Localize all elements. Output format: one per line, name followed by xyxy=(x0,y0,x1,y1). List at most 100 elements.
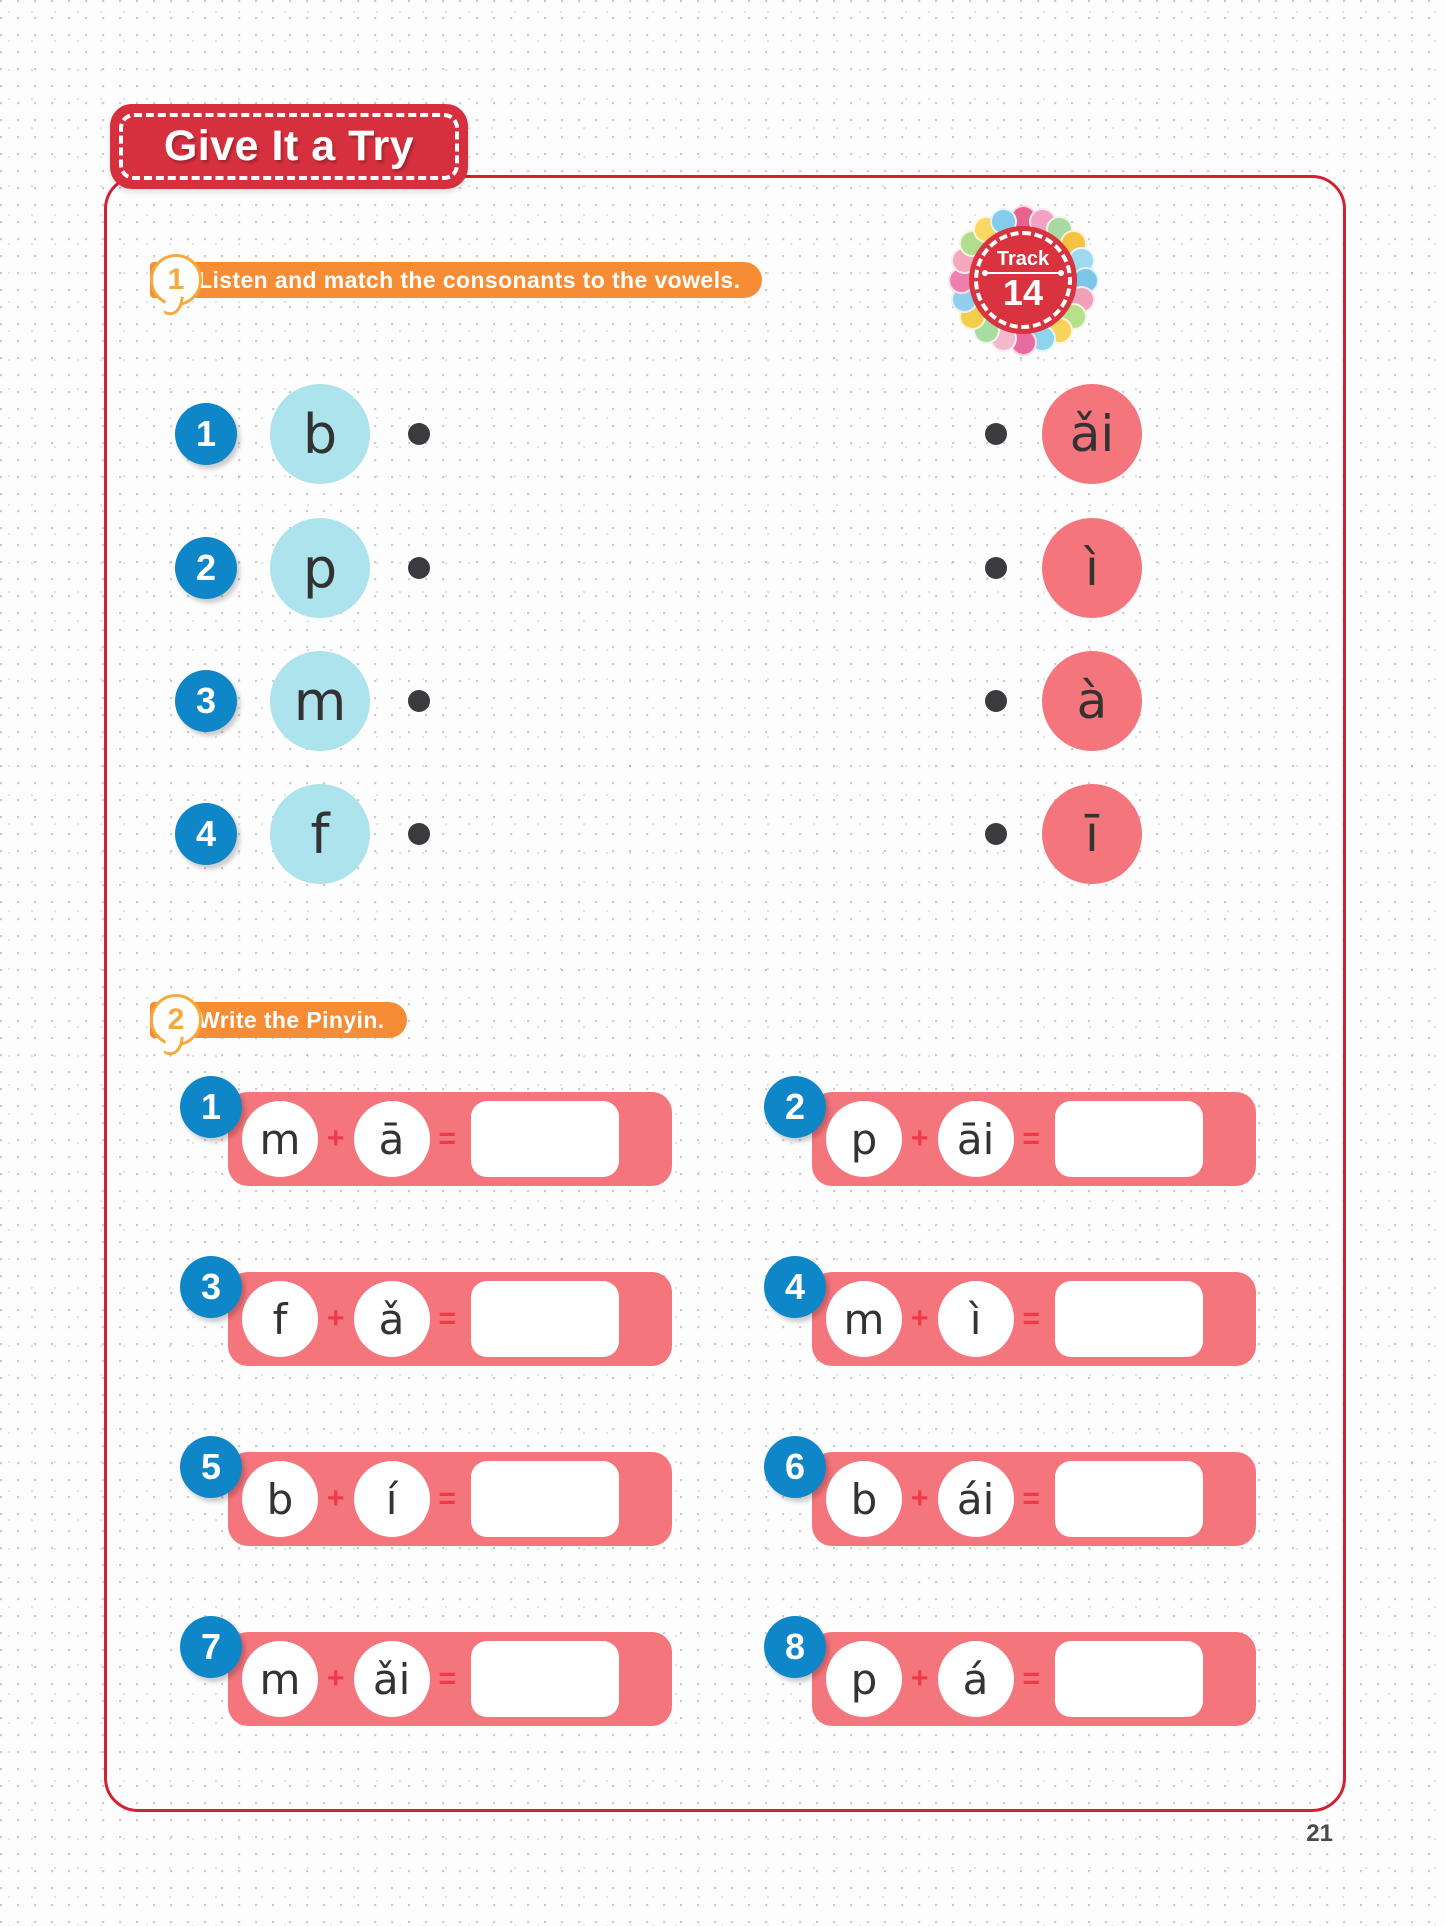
pinyin-row-number-1: 1 xyxy=(180,1076,242,1138)
pinyin-consonant-token: f xyxy=(242,1281,318,1357)
pinyin-vowel-token: āi xyxy=(937,1101,1014,1177)
pinyin-answer-field[interactable] xyxy=(471,1461,620,1537)
track-number: 14 xyxy=(1002,272,1044,313)
pinyin-row-number-8: 8 xyxy=(764,1616,826,1678)
pinyin-row-bar: p + á = xyxy=(812,1632,1256,1726)
vowel-circle-ì[interactable]: ì xyxy=(1042,518,1142,618)
plus-sign-icon: + xyxy=(911,1482,929,1515)
exercise-1-instruction-bar: Listen and match the consonants to the v… xyxy=(150,262,763,298)
pinyin-row-bar: p + āi = xyxy=(812,1092,1256,1186)
pinyin-vowel-token: ì xyxy=(937,1281,1014,1357)
pinyin-vowel-token: ǎ xyxy=(353,1281,430,1357)
track-label: Track xyxy=(996,248,1050,270)
pinyin-row-number-6: 6 xyxy=(764,1436,826,1498)
match-number-3: 3 xyxy=(175,670,237,732)
match-dot-right[interactable] xyxy=(985,557,1007,579)
pinyin-answer-field[interactable] xyxy=(1055,1461,1204,1537)
exercise-2-instruction-text: Write the Pinyin. xyxy=(198,1006,385,1033)
pinyin-consonant-token: p xyxy=(826,1101,902,1177)
pinyin-vowel-token: á xyxy=(937,1641,1014,1717)
plus-sign-icon: + xyxy=(911,1122,929,1155)
exercise-1-number: 1 xyxy=(167,263,185,296)
pinyin-row-number-7: 7 xyxy=(180,1616,242,1678)
pinyin-row-bar: m + ì = xyxy=(812,1272,1256,1366)
vowel-circle-à[interactable]: à xyxy=(1042,651,1142,751)
pinyin-row-number-4: 4 xyxy=(764,1256,826,1318)
pinyin-row-2: p + āi = 2 xyxy=(764,1076,1256,1186)
pinyin-row-7: m + ǎi = 7 xyxy=(180,1616,672,1726)
pinyin-row-1: m + ā = 1 xyxy=(180,1076,672,1186)
plus-sign-icon: + xyxy=(911,1302,929,1335)
pinyin-row-bar: m + ā = xyxy=(228,1092,672,1186)
match-number-2: 2 xyxy=(175,537,237,599)
pinyin-answer-field[interactable] xyxy=(1055,1641,1204,1717)
pinyin-vowel-token: ái xyxy=(937,1461,1014,1537)
pinyin-row-6: b + ái = 6 xyxy=(764,1436,1256,1546)
equals-sign-icon: = xyxy=(1022,1482,1041,1515)
exercise-2-number: 2 xyxy=(167,1003,185,1036)
plus-sign-icon: + xyxy=(327,1662,345,1695)
plus-sign-icon: + xyxy=(327,1122,345,1155)
exercise-1-instruction: Listen and match the consonants to the v… xyxy=(150,254,763,306)
pinyin-row-5: b + í = 5 xyxy=(180,1436,672,1546)
match-dot-right[interactable] xyxy=(985,823,1007,845)
audio-track-badge[interactable]: Track 14 xyxy=(947,204,1099,356)
consonant-circle-f[interactable]: f xyxy=(270,784,370,884)
equals-sign-icon: = xyxy=(1022,1122,1041,1155)
equals-sign-icon: = xyxy=(438,1122,457,1155)
equals-sign-icon: = xyxy=(1022,1662,1041,1695)
pinyin-row-bar: m + ǎi = xyxy=(228,1632,672,1726)
pinyin-answer-field[interactable] xyxy=(471,1641,620,1717)
plus-sign-icon: + xyxy=(327,1482,345,1515)
equals-sign-icon: = xyxy=(438,1662,457,1695)
match-number-1: 1 xyxy=(175,403,237,465)
exercise-2-number-badge: 2 xyxy=(150,994,202,1046)
plus-sign-icon: + xyxy=(911,1662,929,1695)
pinyin-vowel-token: ǎi xyxy=(353,1641,430,1717)
pinyin-row-bar: f + ǎ = xyxy=(228,1272,672,1366)
pinyin-consonant-token: m xyxy=(242,1641,318,1717)
pinyin-row-3: f + ǎ = 3 xyxy=(180,1256,672,1366)
pinyin-consonant-token: p xyxy=(826,1641,902,1717)
equals-sign-icon: = xyxy=(438,1302,457,1335)
vowel-circle-ī[interactable]: ī xyxy=(1042,784,1142,884)
vowel-circle-ǎi[interactable]: ǎi xyxy=(1042,384,1142,484)
pinyin-consonant-token: b xyxy=(826,1461,902,1537)
pinyin-answer-field[interactable] xyxy=(471,1281,620,1357)
pinyin-row-number-3: 3 xyxy=(180,1256,242,1318)
section-title-banner: Give It a Try xyxy=(110,104,468,189)
pinyin-consonant-token: m xyxy=(826,1281,902,1357)
pinyin-row-4: m + ì = 4 xyxy=(764,1256,1256,1366)
equals-sign-icon: = xyxy=(438,1482,457,1515)
pinyin-answer-field[interactable] xyxy=(1055,1281,1204,1357)
exercise-2-instruction: Write the Pinyin. 2 xyxy=(150,994,407,1046)
pinyin-answer-field[interactable] xyxy=(1055,1101,1204,1177)
pinyin-row-8: p + á = 8 xyxy=(764,1616,1256,1726)
consonant-circle-m[interactable]: m xyxy=(270,651,370,751)
page-title: Give It a Try xyxy=(163,122,415,170)
pinyin-row-bar: b + í = xyxy=(228,1452,672,1546)
match-dot-left[interactable] xyxy=(408,690,430,712)
pinyin-vowel-token: í xyxy=(353,1461,430,1537)
consonant-circle-b[interactable]: b xyxy=(270,384,370,484)
match-dot-left[interactable] xyxy=(408,423,430,445)
pinyin-row-number-2: 2 xyxy=(764,1076,826,1138)
pinyin-row-bar: b + ái = xyxy=(812,1452,1256,1546)
pinyin-consonant-token: b xyxy=(242,1461,318,1537)
exercise-1-instruction-text: Listen and match the consonants to the v… xyxy=(198,266,741,293)
equals-sign-icon: = xyxy=(1022,1302,1041,1335)
consonant-circle-p[interactable]: p xyxy=(270,518,370,618)
match-dot-right[interactable] xyxy=(985,423,1007,445)
pinyin-consonant-token: m xyxy=(242,1101,318,1177)
match-number-4: 4 xyxy=(175,803,237,865)
pinyin-row-number-5: 5 xyxy=(180,1436,242,1498)
plus-sign-icon: + xyxy=(327,1302,345,1335)
match-dot-right[interactable] xyxy=(985,690,1007,712)
match-dot-left[interactable] xyxy=(408,557,430,579)
match-dot-left[interactable] xyxy=(408,823,430,845)
pinyin-vowel-token: ā xyxy=(353,1101,430,1177)
pinyin-answer-field[interactable] xyxy=(471,1101,620,1177)
track-core: Track 14 xyxy=(969,226,1077,334)
exercise-1-number-badge: 1 xyxy=(150,254,202,306)
page-number: 21 xyxy=(1306,1820,1333,1847)
